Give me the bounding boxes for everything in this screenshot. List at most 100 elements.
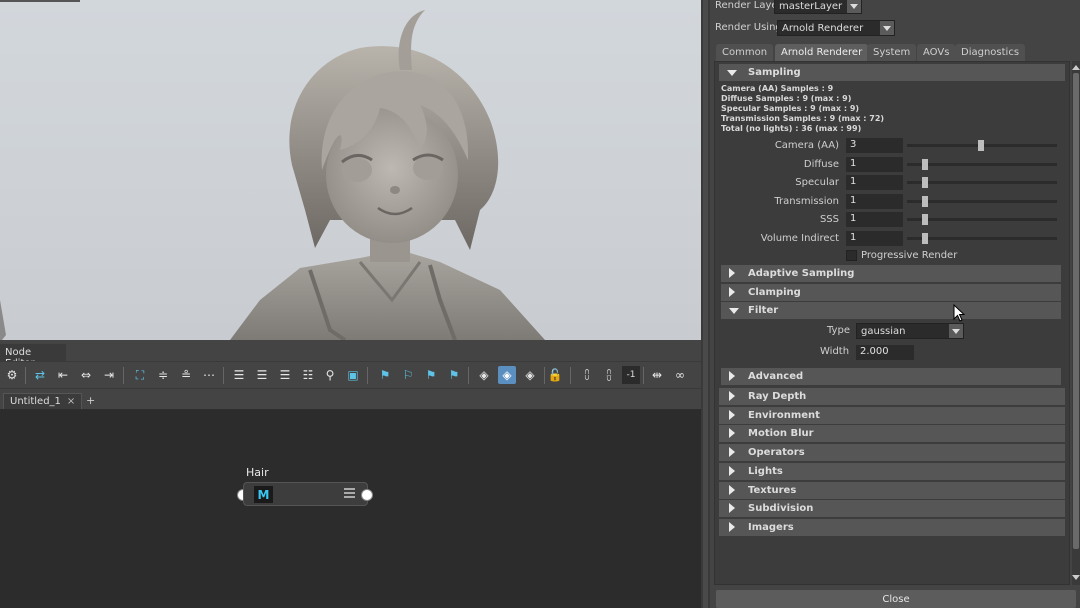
input-connections-icon[interactable]: ⇤: [54, 366, 72, 384]
step-icon[interactable]: ⩉: [600, 366, 618, 384]
bookmark-next-icon[interactable]: ⚑: [445, 366, 463, 384]
node-menu-icon[interactable]: [344, 488, 355, 499]
section-lights[interactable]: Lights: [719, 462, 1065, 480]
output-connections-icon[interactable]: ⇥: [100, 366, 118, 384]
attr-slider-track[interactable]: [907, 162, 1057, 166]
scroll-up-icon[interactable]: [1072, 63, 1080, 71]
render-layer-dropdown[interactable]: masterLayer: [774, 0, 862, 14]
section-subdivision[interactable]: Subdivision: [719, 500, 1065, 518]
section-imagers[interactable]: Imagers: [719, 518, 1065, 536]
input-output-connections-icon[interactable]: ⇔: [77, 366, 95, 384]
renderer-dropdown[interactable]: Arnold Renderer: [777, 20, 895, 36]
settings-scrollbar[interactable]: [1072, 61, 1080, 585]
graph-input-output-icon[interactable]: ⚙: [3, 366, 21, 384]
bookmark-prev-icon[interactable]: ⚑: [422, 366, 440, 384]
section-textures[interactable]: Textures: [719, 481, 1065, 499]
section-title: Advanced: [748, 371, 804, 382]
infinity-icon[interactable]: ∞: [671, 366, 689, 384]
arrange-nodes-icon[interactable]: ⋯: [200, 366, 218, 384]
swatch-icon[interactable]: ▣: [344, 366, 362, 384]
connected-mode-icon[interactable]: ☰: [253, 366, 271, 384]
decrement-icon[interactable]: ⩇: [578, 366, 596, 384]
scrollbar-thumb[interactable]: [1073, 73, 1079, 549]
custom-mode-icon[interactable]: ☷: [299, 366, 317, 384]
selected-graph-icon[interactable]: ◈: [498, 366, 516, 384]
section-environment[interactable]: Environment: [719, 406, 1065, 424]
hair-node[interactable]: M: [243, 482, 368, 506]
search-icon[interactable]: ⚲: [321, 366, 339, 384]
section-adaptive-sampling[interactable]: Adaptive Sampling: [721, 265, 1061, 282]
3d-viewport[interactable]: [0, 0, 701, 340]
attr-slider-handle[interactable]: [922, 158, 928, 170]
section-ray-depth[interactable]: Ray Depth: [719, 388, 1065, 405]
scroll-down-icon[interactable]: [1072, 573, 1080, 581]
attr-slider-track[interactable]: [907, 237, 1057, 240]
chevron-down-icon: [880, 21, 894, 35]
tab-common[interactable]: Common: [716, 44, 774, 61]
attr-slider-track[interactable]: [907, 199, 1057, 203]
attr-label: Diffuse: [803, 158, 839, 170]
collapse-triangle-icon: [729, 503, 735, 514]
tab-aovs[interactable]: AOVs: [917, 44, 956, 61]
attr-label: Transmission: [774, 195, 839, 207]
tab-diagnostics[interactable]: Diagnostics: [955, 44, 1026, 61]
tab-label: Untitled_1: [10, 396, 61, 407]
section-clamping[interactable]: Clamping: [721, 284, 1061, 301]
filter-width-field[interactable]: 2.000: [856, 345, 914, 360]
section-sampling[interactable]: Sampling: [719, 64, 1065, 81]
attr-label: Camera (AA): [774, 140, 839, 151]
attr-value-field[interactable]: 3: [846, 138, 903, 153]
swap-graph-icon[interactable]: ⇄: [31, 366, 49, 384]
attr-value-field[interactable]: 1: [846, 193, 903, 209]
settings-scroll-area[interactable]: Sampling Camera (AA) Samples : 9 Diffuse…: [714, 61, 1070, 585]
simple-mode-icon[interactable]: ☰: [230, 366, 248, 384]
settings-tab-bar: Common Arnold Renderer System AOVs Diagn…: [716, 44, 1076, 61]
add-tab-icon[interactable]: +: [86, 394, 95, 407]
tab-untitled-1[interactable]: Untitled_1 ×: [3, 393, 83, 409]
node-output-port[interactable]: [361, 489, 373, 501]
section-operators[interactable]: Operators: [719, 444, 1065, 462]
toolbar-separator: [468, 367, 469, 384]
attr-slider-handle[interactable]: [922, 233, 928, 244]
close-icon[interactable]: ×: [67, 396, 75, 407]
full-mode-icon[interactable]: ☰: [276, 366, 294, 384]
attr-slider-handle[interactable]: [922, 195, 928, 207]
tab-system[interactable]: System: [867, 44, 917, 61]
expand-triangle-icon: [729, 308, 739, 314]
toolbar-separator: [367, 367, 368, 384]
panel-divider[interactable]: [701, 0, 710, 608]
section-motion-blur[interactable]: Motion Blur: [719, 425, 1065, 443]
tab-arnold-renderer[interactable]: Arnold Renderer: [775, 44, 869, 61]
attr-slider-track[interactable]: [907, 218, 1057, 222]
align-nodes-icon[interactable]: ≑: [154, 366, 172, 384]
node-label: Hair: [246, 466, 269, 479]
attr-slider-handle[interactable]: [922, 214, 928, 226]
section-title: Operators: [748, 447, 805, 459]
attr-slider-track[interactable]: [907, 181, 1057, 185]
close-button[interactable]: Close: [716, 590, 1076, 608]
lock-icon[interactable]: 🔓: [546, 366, 564, 384]
attr-value-field[interactable]: 1: [846, 156, 903, 172]
collapse-triangle-icon: [729, 521, 735, 532]
node-graph-canvas[interactable]: Hair M: [0, 410, 706, 608]
graph-clear-icon[interactable]: ◈: [521, 366, 539, 384]
frame-offset-field[interactable]: -1: [622, 366, 640, 384]
attr-value-field[interactable]: 1: [846, 212, 903, 228]
node-editor-toolbar: ⚙ ⇄ ⇤ ⇔ ⇥ ⛶ ≑ ≗ ⋯ ☰ ☰ ☰ ☷ ⚲ ▣ ⚑ ⚐ ⚑ ⚑ ◈ …: [0, 361, 706, 389]
expand-icon[interactable]: ⇹: [648, 366, 666, 384]
distribute-nodes-icon[interactable]: ≗: [177, 366, 195, 384]
collapse-triangle-icon: [729, 465, 735, 476]
attr-value-field[interactable]: 1: [846, 175, 903, 191]
section-advanced[interactable]: Advanced: [721, 368, 1061, 385]
attr-slider-handle[interactable]: [922, 177, 928, 189]
frame-all-icon[interactable]: ⛶: [131, 366, 149, 384]
graph-layout-icon[interactable]: ◈: [475, 366, 493, 384]
filter-type-dropdown[interactable]: gaussian: [856, 323, 964, 339]
render-settings-panel: Render Layer masterLayer Render Using Ar…: [710, 0, 1080, 608]
progressive-render-checkbox[interactable]: [846, 250, 857, 261]
section-filter[interactable]: Filter: [721, 302, 1061, 319]
attr-slider-handle[interactable]: [977, 140, 984, 151]
bookmark-edit-icon[interactable]: ⚐: [399, 366, 417, 384]
attr-value-field[interactable]: 1: [846, 231, 903, 246]
bookmark-add-icon[interactable]: ⚑: [376, 366, 394, 384]
